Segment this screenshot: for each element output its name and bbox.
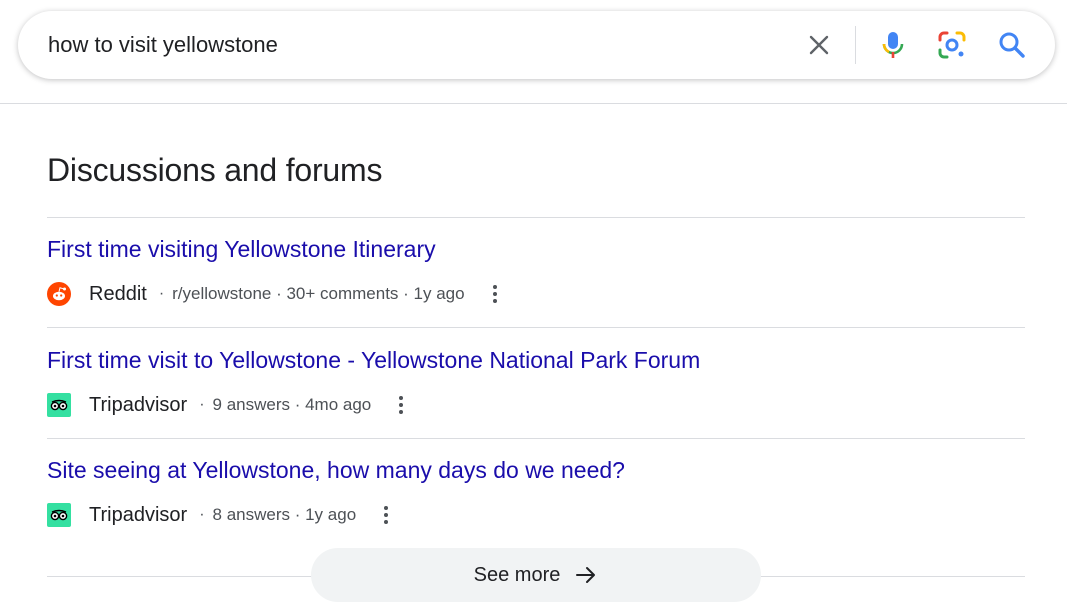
search-bar-divider (855, 26, 856, 64)
separator-dot: · (158, 285, 165, 302)
search-bar (18, 11, 1055, 79)
result-meta-row: Reddit · r/yellowstone · 30+ comments · … (47, 281, 507, 307)
more-options-button[interactable] (374, 503, 398, 527)
search-icon (999, 32, 1025, 58)
result-title-link[interactable]: Site seeing at Yellowstone, how many day… (47, 457, 625, 484)
result-source: Tripadvisor (89, 503, 188, 526)
lens-icon (938, 31, 966, 59)
result-title-link[interactable]: First time visiting Yellowstone Itinerar… (47, 236, 436, 263)
result-divider (47, 438, 1025, 439)
arrow-right-icon (576, 567, 596, 583)
more-options-button[interactable] (483, 282, 507, 306)
more-options-button[interactable] (389, 393, 413, 417)
header-divider (0, 103, 1067, 104)
section-divider (47, 217, 1025, 218)
search-by-image-button[interactable] (936, 29, 968, 61)
result-meta-row: Tripadvisor · 8 answers · 1y ago (47, 502, 398, 528)
tripadvisor-icon (47, 503, 71, 527)
result-divider (47, 327, 1025, 328)
separator-dot: · (199, 506, 205, 523)
clear-search-button[interactable] (804, 30, 834, 60)
search-button[interactable] (996, 29, 1028, 61)
voice-search-button[interactable] (877, 29, 909, 61)
microphone-icon (882, 32, 904, 58)
reddit-icon (47, 282, 71, 306)
separator-dot: · (199, 396, 205, 413)
close-icon (809, 35, 829, 55)
result-meta: 9 answers · 4mo ago (212, 395, 372, 414)
result-meta: r/yellowstone · 30+ comments · 1y ago (172, 284, 465, 303)
search-input[interactable] (48, 11, 788, 79)
section-title: Discussions and forums (47, 152, 383, 188)
see-more-label: See more (473, 563, 561, 586)
result-title-link[interactable]: First time visit to Yellowstone - Yellow… (47, 347, 700, 374)
see-more-button[interactable]: See more (311, 548, 761, 602)
result-source: Reddit (89, 282, 147, 305)
tripadvisor-icon (47, 393, 71, 417)
result-meta-row: Tripadvisor · 9 answers · 4mo ago (47, 392, 413, 418)
result-meta: 8 answers · 1y ago (212, 505, 357, 524)
result-source: Tripadvisor (89, 393, 188, 416)
